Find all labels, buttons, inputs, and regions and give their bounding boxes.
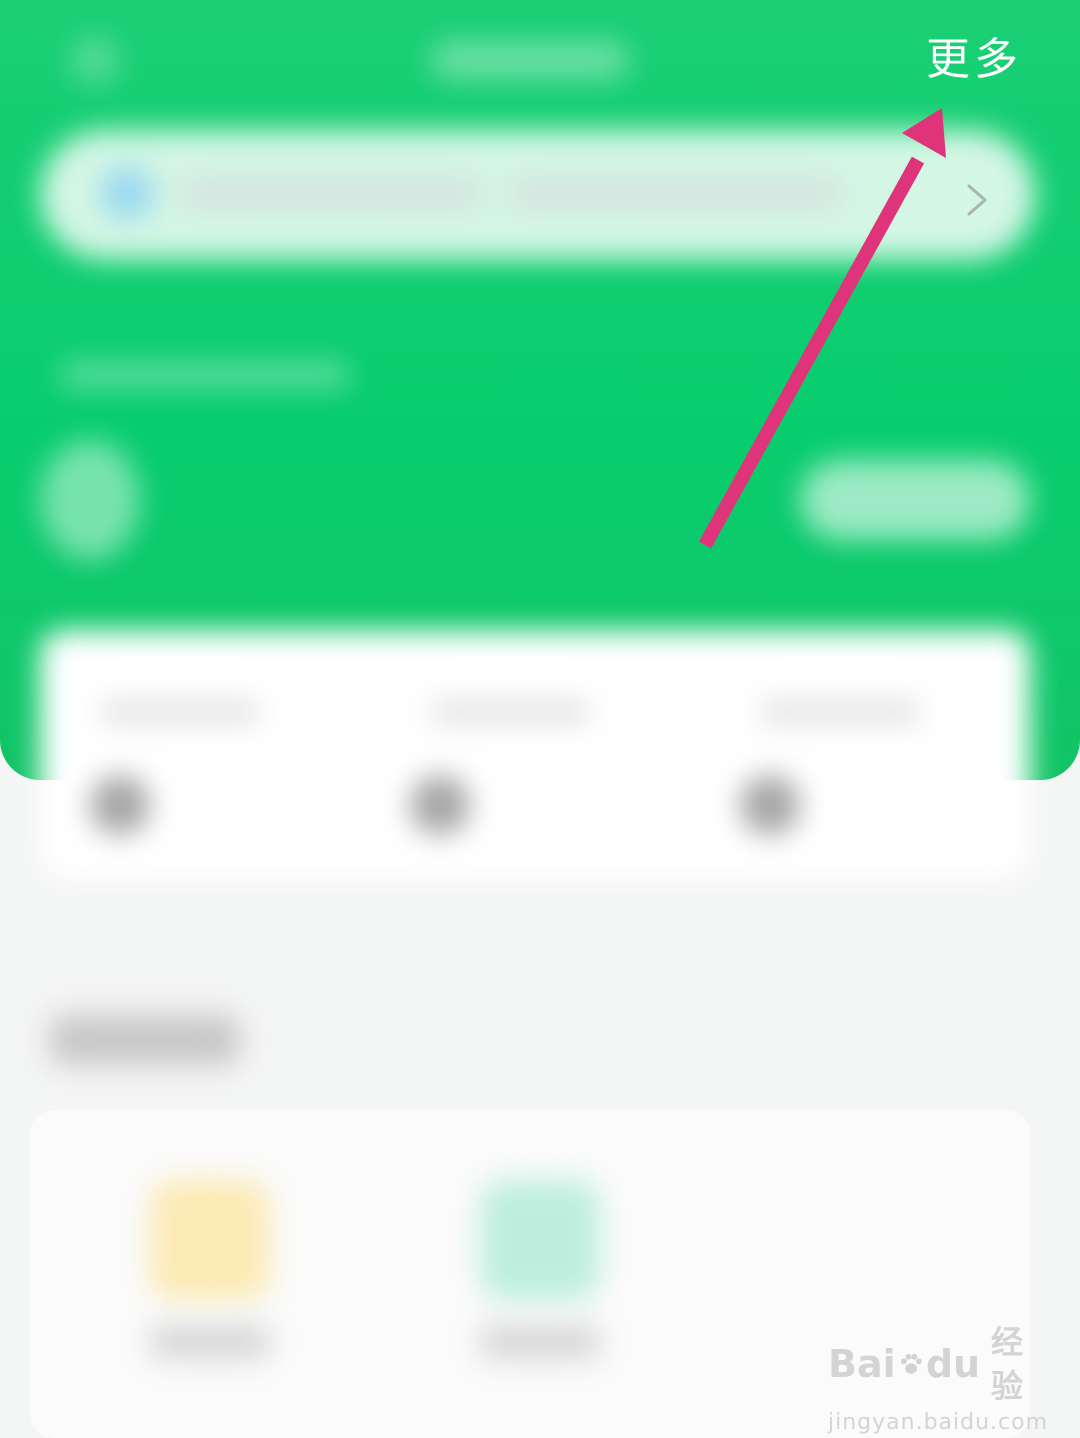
notice-icon [100,166,154,220]
section-title-blurred [50,1015,240,1065]
paw-icon [900,1353,922,1374]
stat-label-1 [100,700,260,724]
chevron-right-icon[interactable] [955,180,995,220]
stat-value-3[interactable] [740,775,800,835]
watermark-url: jingyan.baidu.com [828,1410,1049,1435]
tool-icon-1[interactable] [150,1180,270,1300]
avatar[interactable] [40,440,140,560]
subtitle-blurred [60,360,350,390]
notice-bar[interactable] [40,130,1035,260]
action-pill-button[interactable] [800,460,1030,540]
tool-icon-2[interactable] [480,1180,600,1300]
watermark-logo-cn: 经验 [991,1323,1024,1405]
notice-text-blurred [180,178,480,208]
watermark-logo-left: Bai [828,1342,896,1386]
stats-card [40,630,1030,880]
stat-value-1[interactable] [90,775,150,835]
back-icon[interactable] [70,35,120,85]
tool-label-2 [480,1325,600,1359]
stat-label-2 [430,700,590,724]
baidu-jingyan-watermark: Bai du 经验 jingyan.baidu.com [828,1320,1047,1435]
stat-value-2[interactable] [410,775,470,835]
watermark-logo-right: du [925,1342,981,1386]
more-button[interactable]: 更多 [926,30,1022,90]
page-title-blurred [430,40,630,80]
tool-label-1 [150,1325,270,1359]
stat-label-3 [760,700,920,724]
notice-text-blurred-2 [510,178,840,208]
